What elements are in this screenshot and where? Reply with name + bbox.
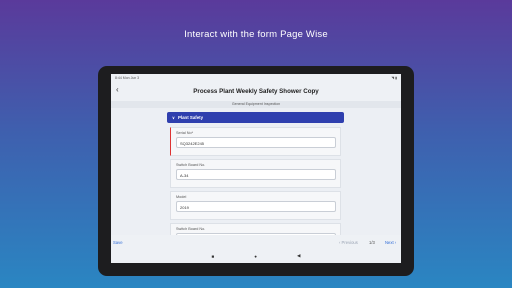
field-label: Switch Board No.: [176, 227, 206, 231]
field-switch-board-no: Switch Board No. A-34: [170, 159, 341, 188]
field-label: Serial No*: [176, 131, 194, 135]
page-indicator: 1/3: [369, 239, 375, 245]
status-icons: ◥ ▮: [391, 75, 397, 80]
status-time: 8:44 Mon Jun 3: [115, 75, 140, 80]
switch-board-no-input[interactable]: A-34: [176, 169, 336, 180]
previous-button[interactable]: ‹ Previous: [339, 240, 358, 245]
section-header-plant-safety[interactable]: ∨ Plant Safety: [167, 112, 344, 123]
headline: Interact with the form Page Wise: [184, 29, 328, 40]
field-label: Model: [176, 195, 187, 199]
system-nav-bar: ■ ● ◀: [111, 249, 401, 263]
chevron-left-icon[interactable]: ‹: [116, 85, 119, 94]
status-bar: 8:44 Mon Jun 3 ◥ ▮: [111, 74, 401, 81]
page-title: Process Plant Weekly Safety Shower Copy: [193, 87, 319, 95]
form-subtitle: General Equipment Inspection: [111, 101, 401, 108]
model-input[interactable]: 2019: [176, 201, 336, 212]
recents-icon[interactable]: ■: [212, 254, 215, 259]
field-switch-board-no-2: Switch Board No.: [170, 223, 341, 235]
back-icon[interactable]: ◀: [297, 253, 300, 259]
form-footer: Save ‹ Previous 1/3 Next ›: [111, 235, 401, 249]
save-button[interactable]: Save: [113, 240, 123, 245]
field-label: Switch Board No.: [176, 163, 206, 167]
field-model: Model 2019: [170, 191, 341, 220]
serial-no-input[interactable]: SQ3242E245: [176, 137, 336, 148]
form-content: ∨ Plant Safety Serial No* SQ3242E245 Swi…: [111, 108, 401, 235]
home-icon[interactable]: ●: [254, 254, 257, 259]
section-label: Plant Safety: [177, 115, 204, 120]
field-serial-no: Serial No* SQ3242E245: [170, 127, 341, 156]
next-button[interactable]: Next ›: [385, 240, 396, 245]
app-bar: ‹ Process Plant Weekly Safety Shower Cop…: [111, 81, 401, 101]
chevron-down-icon: ∨: [172, 115, 175, 120]
app-screen: 8:44 Mon Jun 3 ◥ ▮ ‹ Process Plant Weekl…: [111, 74, 401, 263]
